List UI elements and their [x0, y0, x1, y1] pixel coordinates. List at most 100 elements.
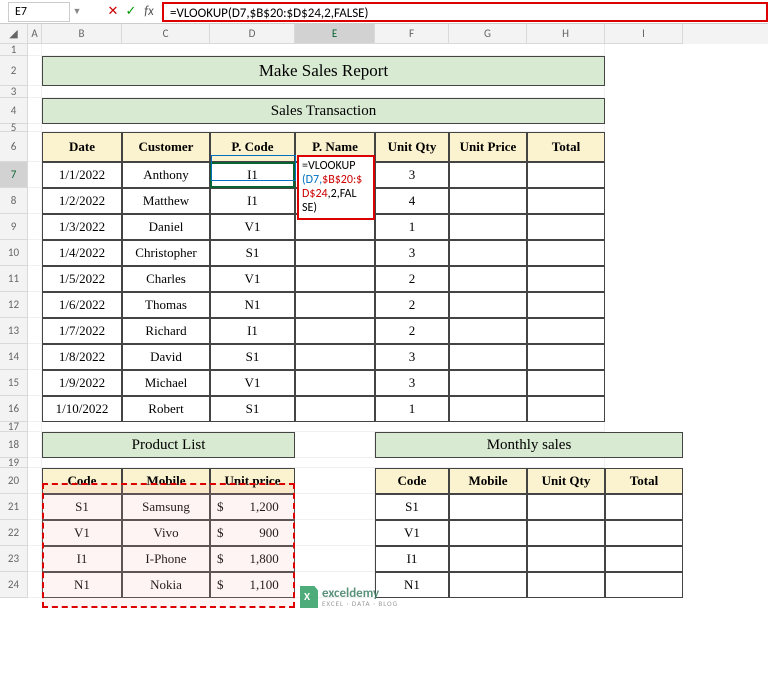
table-cell[interactable]: 1/8/2022 [42, 344, 122, 370]
th-mcode[interactable]: Code [375, 468, 449, 494]
table-cell[interactable] [449, 214, 527, 240]
table-cell[interactable]: S1 [210, 240, 295, 266]
table-cell[interactable] [449, 546, 527, 572]
table-cell[interactable] [449, 396, 527, 422]
select-all-cell[interactable]: ◢ [0, 24, 28, 44]
table-cell[interactable]: 1/9/2022 [42, 370, 122, 396]
table-cell[interactable]: Vivo [122, 520, 210, 546]
th-mobile[interactable]: Mobile [122, 468, 210, 494]
table-cell[interactable] [449, 240, 527, 266]
name-box-dropdown-icon[interactable]: ▼ [70, 6, 84, 17]
table-cell[interactable]: $ 900 [210, 520, 295, 546]
table-cell[interactable] [449, 370, 527, 396]
table-cell[interactable]: V1 [210, 266, 295, 292]
row-header[interactable]: 23 [0, 546, 28, 572]
th-mmobile[interactable]: Mobile [449, 468, 527, 494]
name-box[interactable]: E7 [8, 2, 70, 22]
table-cell[interactable] [605, 494, 683, 520]
th-unitqty[interactable]: Unit Qty [375, 132, 449, 162]
row-header[interactable]: 16 [0, 396, 28, 422]
table-cell[interactable]: Charles [122, 266, 210, 292]
table-cell[interactable]: Nokia [122, 572, 210, 598]
formula-bar[interactable]: =VLOOKUP(D7,$B$20:$D$24,2,FALSE) [162, 2, 768, 22]
row-header[interactable]: 9 [0, 214, 28, 240]
table-cell[interactable] [295, 370, 375, 396]
th-code[interactable]: Code [42, 468, 122, 494]
table-cell[interactable] [449, 318, 527, 344]
table-cell[interactable]: Thomas [122, 292, 210, 318]
row-header[interactable]: 12 [0, 292, 28, 318]
table-cell[interactable] [527, 162, 605, 188]
th-price[interactable]: Unit price [210, 468, 295, 494]
cancel-icon[interactable]: ✕ [104, 4, 122, 19]
table-cell[interactable]: S1 [375, 494, 449, 520]
table-cell[interactable]: V1 [210, 214, 295, 240]
col-header-a[interactable]: A [28, 24, 42, 44]
table-cell[interactable]: S1 [210, 396, 295, 422]
table-cell[interactable] [295, 344, 375, 370]
table-cell[interactable]: Samsung [122, 494, 210, 520]
table-cell[interactable]: 1/1/2022 [42, 162, 122, 188]
row-header[interactable]: 21 [0, 494, 28, 520]
table-cell[interactable]: N1 [375, 572, 449, 598]
page-title[interactable]: Make Sales Report [42, 56, 605, 86]
table-cell[interactable]: N1 [210, 292, 295, 318]
table-cell[interactable] [527, 520, 605, 546]
table-cell[interactable] [295, 396, 375, 422]
table-cell[interactable]: 4 [375, 188, 449, 214]
table-cell[interactable]: 3 [375, 162, 449, 188]
col-header-c[interactable]: C [122, 24, 210, 44]
section-product-list[interactable]: Product List [42, 432, 295, 458]
table-cell[interactable]: Anthony [122, 162, 210, 188]
table-cell[interactable] [527, 572, 605, 598]
row-header[interactable]: 19 [0, 458, 28, 468]
row-header[interactable]: 20 [0, 468, 28, 494]
cell-editing-overlay[interactable]: =VLOOKUP (D7,$B$20:$ D$24,2,FAL SE) [297, 155, 375, 220]
table-cell[interactable] [527, 318, 605, 344]
table-cell[interactable] [527, 546, 605, 572]
row-header[interactable]: 7 [0, 162, 28, 188]
col-header-d[interactable]: D [210, 24, 295, 44]
table-cell[interactable]: 2 [375, 292, 449, 318]
row-header[interactable]: 3 [0, 86, 28, 98]
table-cell[interactable] [605, 546, 683, 572]
table-cell[interactable] [527, 370, 605, 396]
table-cell[interactable] [295, 266, 375, 292]
row-header[interactable]: 24 [0, 572, 28, 598]
table-cell[interactable] [449, 292, 527, 318]
table-cell[interactable]: S1 [42, 494, 122, 520]
table-cell[interactable]: David [122, 344, 210, 370]
table-cell[interactable]: 3 [375, 344, 449, 370]
table-cell[interactable] [295, 240, 375, 266]
section-sales-transaction[interactable]: Sales Transaction [42, 98, 605, 124]
section-monthly-sales[interactable]: Monthly sales [375, 432, 683, 458]
table-cell[interactable]: 1/2/2022 [42, 188, 122, 214]
table-cell[interactable] [449, 344, 527, 370]
enter-icon[interactable]: ✓ [122, 4, 140, 19]
table-cell[interactable]: $ 1,200 [210, 494, 295, 520]
table-cell[interactable] [449, 162, 527, 188]
row-header[interactable]: 2 [0, 56, 28, 86]
th-unitprice[interactable]: Unit Price [449, 132, 527, 162]
th-pcode[interactable]: P. Code [210, 132, 295, 162]
table-cell[interactable]: 2 [375, 318, 449, 344]
table-cell[interactable]: 1/6/2022 [42, 292, 122, 318]
table-cell[interactable]: V1 [42, 520, 122, 546]
table-cell[interactable] [449, 188, 527, 214]
th-mtotal[interactable]: Total [605, 468, 683, 494]
table-cell[interactable]: 2 [375, 266, 449, 292]
th-total[interactable]: Total [527, 132, 605, 162]
table-cell[interactable] [449, 572, 527, 598]
table-cell[interactable]: 1/7/2022 [42, 318, 122, 344]
table-cell[interactable] [605, 572, 683, 598]
th-customer[interactable]: Customer [122, 132, 210, 162]
table-cell[interactable]: I-Phone [122, 546, 210, 572]
table-cell[interactable] [527, 494, 605, 520]
table-cell[interactable]: Richard [122, 318, 210, 344]
table-cell[interactable] [605, 520, 683, 546]
table-cell[interactable]: Michael [122, 370, 210, 396]
table-cell[interactable]: S1 [210, 344, 295, 370]
table-cell[interactable] [527, 266, 605, 292]
table-cell[interactable]: 1/5/2022 [42, 266, 122, 292]
row-header[interactable]: 18 [0, 432, 28, 458]
